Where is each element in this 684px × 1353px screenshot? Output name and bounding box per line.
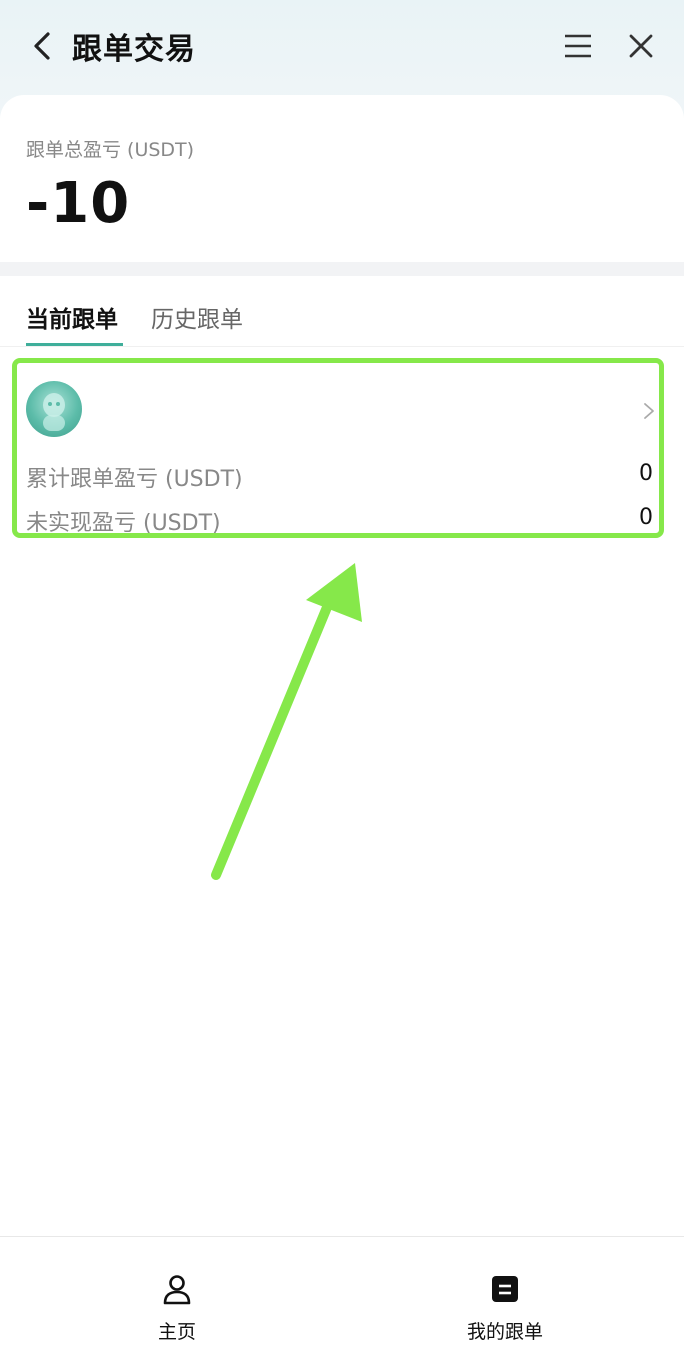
- tab-current-follow[interactable]: 当前跟单: [26, 300, 118, 334]
- follow-trader-card[interactable]: 累计跟单盈亏 (USDT) 0 未实现盈亏 (USDT) 0: [12, 358, 664, 538]
- cumulative-pnl-label: 累计跟单盈亏 (USDT): [26, 467, 243, 492]
- pnl-summary-card: 跟单总盈亏 (USDT) -10: [0, 95, 684, 262]
- unrealized-pnl-label: 未实现盈亏 (USDT): [26, 511, 221, 536]
- chevron-right-icon: [644, 403, 654, 419]
- section-divider: [0, 262, 684, 276]
- nav-home-label: 主页: [157, 1321, 196, 1343]
- nav-home[interactable]: 主页: [77, 1237, 277, 1353]
- unrealized-pnl-value: 0: [639, 505, 653, 530]
- hamburger-menu-icon[interactable]: [561, 29, 595, 63]
- nav-my-follows-label: 我的跟单: [466, 1321, 543, 1343]
- chevron-left-icon[interactable]: [26, 26, 60, 66]
- trader-avatar: [26, 381, 82, 437]
- bottom-navigation: 主页 我的跟单: [0, 1236, 684, 1353]
- page-title: 跟单交易: [72, 32, 196, 67]
- active-tab-indicator: [26, 343, 123, 346]
- total-pnl-label: 跟单总盈亏 (USDT): [26, 139, 195, 161]
- document-icon: [492, 1276, 518, 1302]
- total-pnl-value: -10: [26, 171, 131, 236]
- close-icon[interactable]: [624, 29, 658, 63]
- user-icon: [163, 1275, 191, 1305]
- follow-tabs: 当前跟单 历史跟单: [0, 276, 684, 347]
- cumulative-pnl-value: 0: [639, 461, 653, 486]
- top-bar: 跟单交易: [0, 0, 684, 94]
- tab-history-follow[interactable]: 历史跟单: [151, 300, 243, 334]
- nav-my-follows[interactable]: 我的跟单: [405, 1237, 605, 1353]
- robot-avatar-icon: [43, 393, 65, 431]
